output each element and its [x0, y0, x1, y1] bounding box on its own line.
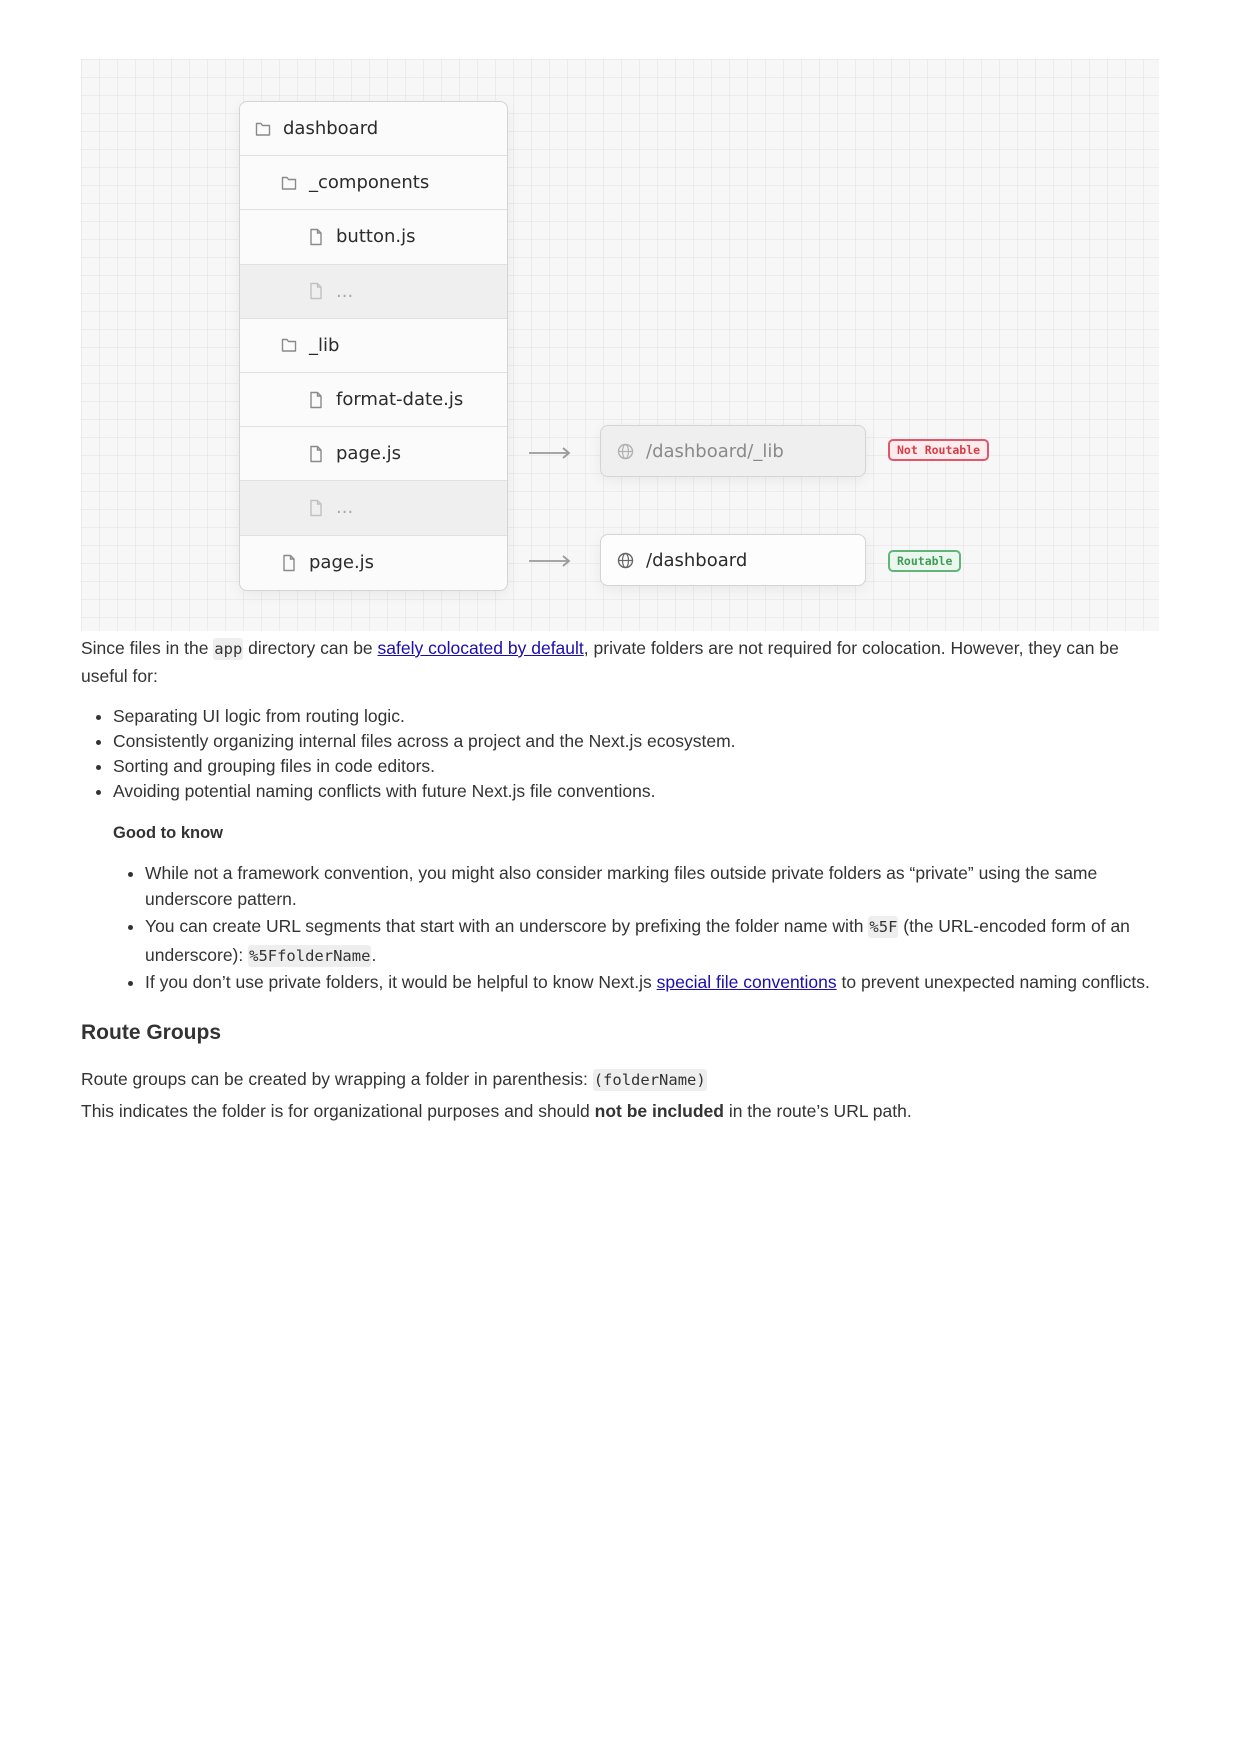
tree-folder-row: _lib [240, 319, 507, 373]
tree-folder-row: dashboard [240, 102, 507, 157]
tree-item-label: button.js [336, 226, 416, 248]
arrow-right-icon [529, 555, 571, 567]
colocation-link[interactable]: safely colocated by default [378, 638, 584, 658]
intro-paragraph: Since files in the app directory can be … [81, 638, 1119, 686]
note-title: Good to know [113, 824, 223, 842]
list-item: Consistently organizing internal files a… [113, 729, 1159, 754]
route-groups-explanation: This indicates the folder is for organiz… [81, 1100, 912, 1121]
tree-file-row: button.js [240, 210, 507, 265]
tree-item-label: _lib [309, 334, 340, 356]
tree-item-label: page.js [309, 552, 375, 574]
tree-file-row: format-date.js [240, 373, 507, 428]
page-content: dashboard _components button.js... _libform… [81, 59, 1159, 1125]
tree-item-label: format-date.js [336, 389, 464, 411]
route-url-not-routable: /dashboard/_lib [600, 425, 866, 477]
uses-list: Separating UI logic from routing logic. … [81, 704, 1159, 804]
not-routable-badge: Not Routable [888, 439, 990, 461]
folder-icon [281, 336, 297, 354]
colocation-diagram: dashboard _components button.js... _libform… [81, 59, 1159, 631]
special-file-conventions-link[interactable]: special file conventions [657, 972, 837, 992]
file-tree: dashboard _components button.js... _libform… [239, 101, 508, 591]
good-to-know-note: Good to know While not a framework conve… [113, 820, 1159, 996]
list-item: If you don’t use private folders, it wou… [145, 970, 1159, 996]
inline-code: app [213, 638, 244, 660]
tree-file-row: ... [240, 481, 507, 536]
list-item: While not a framework convention, you mi… [145, 861, 1159, 912]
inline-code: (folderName) [592, 1068, 707, 1091]
tree-item-label: page.js [336, 443, 402, 465]
tree-item-label: _components [309, 172, 430, 194]
route-url-text: /dashboard/_lib [646, 440, 784, 462]
folder-icon [255, 120, 271, 138]
file-icon [308, 445, 324, 463]
list-item: Avoiding potential naming conflicts with… [113, 779, 1159, 804]
inline-code: %5F [868, 916, 899, 938]
inline-code: %5FfolderName [248, 945, 372, 967]
file-icon [308, 499, 324, 517]
article-body: Since files in the app directory can be … [81, 635, 1159, 1125]
file-icon [308, 282, 324, 300]
list-item: Separating UI logic from routing logic. [113, 704, 1159, 729]
tree-file-row: page.js [240, 427, 507, 482]
globe-icon [617, 552, 634, 568]
tree-item-label: dashboard [283, 118, 379, 140]
file-icon [281, 554, 297, 572]
tree-file-row: page.js [240, 536, 507, 590]
tree-file-row: ... [240, 264, 507, 319]
globe-icon [617, 443, 634, 459]
file-icon [308, 228, 324, 246]
route-groups-paragraph: Route groups can be created by wrapping … [81, 1068, 707, 1091]
routable-badge: Routable [888, 550, 962, 572]
tree-folder-row: _components [240, 156, 507, 211]
route-url-routable: /dashboard [600, 534, 866, 586]
route-url-text: /dashboard [646, 549, 748, 571]
note-list: While not a framework convention, you mi… [113, 861, 1159, 996]
file-icon [308, 391, 324, 409]
list-item: Sorting and grouping files in code edito… [113, 754, 1159, 779]
folder-icon [281, 174, 297, 192]
tree-item-label: ... [336, 497, 354, 519]
route-groups-heading: Route Groups [81, 1020, 221, 1044]
arrow-right-icon [529, 447, 571, 459]
list-item: You can create URL segments that start w… [145, 912, 1159, 970]
tree-item-label: ... [336, 280, 354, 302]
